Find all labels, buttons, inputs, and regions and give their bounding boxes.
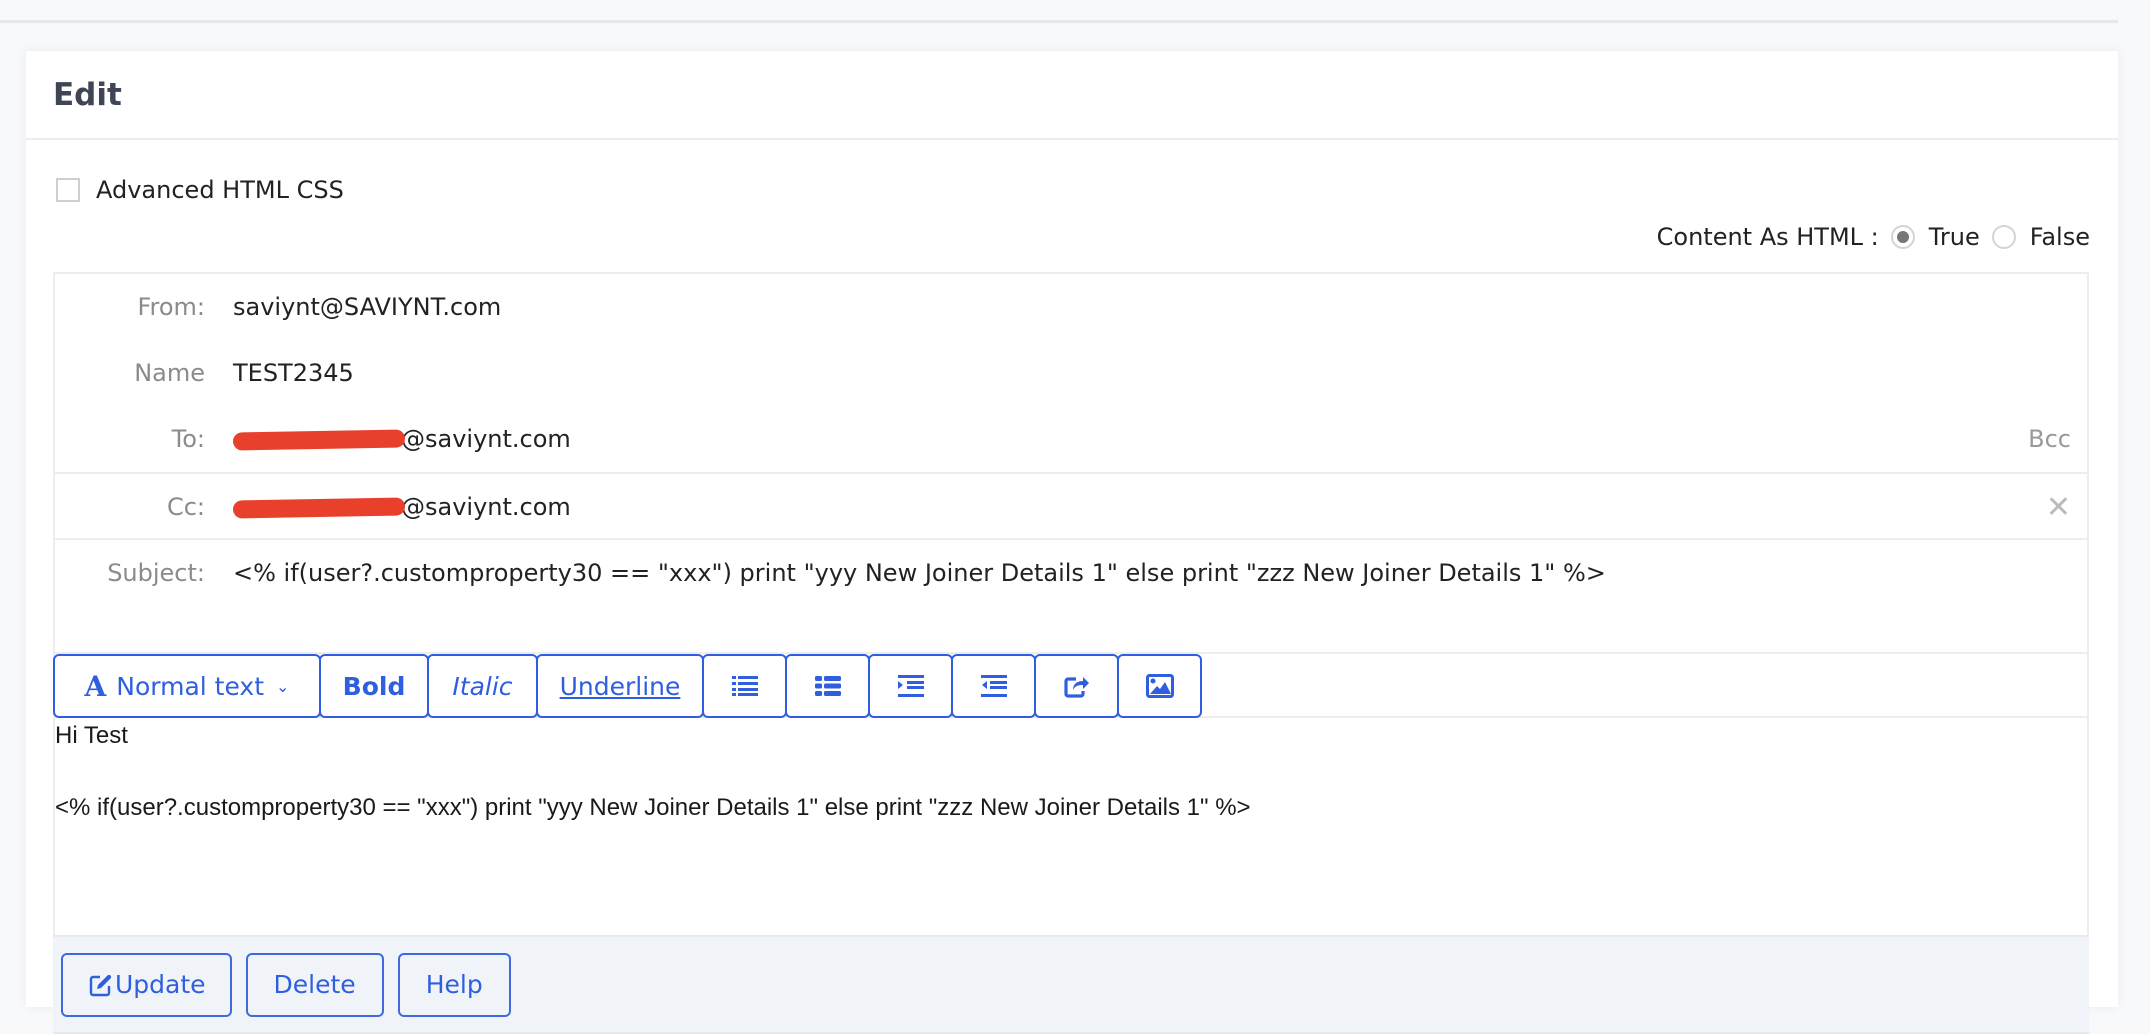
content-as-html-label: Content As HTML : xyxy=(1656,223,1879,251)
font-icon: A xyxy=(84,669,107,703)
share-button[interactable] xyxy=(1034,654,1119,718)
subject-label: Subject: xyxy=(107,559,205,587)
radio-false-label: False xyxy=(2029,223,2090,251)
share-icon xyxy=(1063,674,1090,698)
edit-icon xyxy=(89,973,113,997)
to-row: To: @saviynt.com Bcc xyxy=(55,406,2087,472)
list-bullets-button[interactable] xyxy=(785,654,870,718)
list-bullets-icon xyxy=(814,675,841,697)
list-ul-icon xyxy=(731,675,758,697)
indent-button[interactable] xyxy=(868,654,953,718)
cc-field[interactable]: @saviynt.com xyxy=(232,493,2087,521)
name-field[interactable]: TEST2345 xyxy=(233,359,2087,387)
list-ul-button[interactable] xyxy=(702,654,787,718)
underline-button[interactable]: Underline xyxy=(536,654,704,718)
cc-value: @saviynt.com xyxy=(401,493,571,521)
cc-row: Cc: @saviynt.com ✕ xyxy=(55,472,2087,540)
radio-true[interactable] xyxy=(1890,225,1915,249)
radio-true-label: True xyxy=(1928,223,1980,251)
subject-row: Subject: <% if(user?.customproperty30 ==… xyxy=(55,538,2087,606)
page-title: Edit xyxy=(53,76,122,113)
content-as-html-group: Content As HTML : True False xyxy=(1657,223,2090,251)
subject-field[interactable]: <% if(user?.customproperty30 == "xxx") p… xyxy=(233,559,2087,587)
name-label: Name xyxy=(134,359,205,387)
to-value: @saviynt.com xyxy=(401,425,571,453)
advanced-html-css-option[interactable]: Advanced HTML CSS xyxy=(56,176,344,204)
delete-button[interactable]: Delete xyxy=(245,952,384,1017)
card-header: Edit xyxy=(26,51,2118,140)
format-dropdown[interactable]: A Normal text ⌄ xyxy=(53,654,321,718)
help-button[interactable]: Help xyxy=(397,952,511,1017)
editor-line: Hi Test xyxy=(55,722,128,749)
indent-icon xyxy=(897,675,924,697)
bcc-link[interactable]: Bcc xyxy=(2028,425,2071,453)
from-row: From: saviynt@SAVIYNT.com xyxy=(55,274,2087,340)
image-button[interactable] xyxy=(1117,654,1202,718)
bold-button[interactable]: Bold xyxy=(319,654,429,718)
editor-toolbar: A Normal text ⌄ Bold Italic Underline xyxy=(53,654,1202,718)
action-bar: Update Delete Help xyxy=(53,935,2089,1034)
cc-label: Cc: xyxy=(166,493,205,521)
to-label: To: xyxy=(171,425,205,453)
update-label: Update xyxy=(115,970,206,999)
message-editor[interactable]: Hi Test <% if(user?.customproperty30 == … xyxy=(55,718,2087,935)
email-form: From: saviynt@SAVIYNT.com Name TEST2345 … xyxy=(53,272,2089,1034)
advanced-html-css-label: Advanced HTML CSS xyxy=(96,176,344,204)
from-field[interactable]: saviynt@SAVIYNT.com xyxy=(233,293,2087,321)
top-divider xyxy=(0,20,2118,23)
italic-button[interactable]: Italic xyxy=(427,654,538,718)
outdent-button[interactable] xyxy=(951,654,1036,718)
format-label: Normal text xyxy=(116,671,265,701)
radio-false[interactable] xyxy=(1991,225,2016,249)
editor-line: <% if(user?.customproperty30 == "xxx") p… xyxy=(55,794,1251,821)
to-field[interactable]: @saviynt.com xyxy=(232,425,2087,453)
redaction-mark xyxy=(232,497,406,519)
chevron-down-icon: ⌄ xyxy=(276,676,290,696)
update-button[interactable]: Update xyxy=(61,952,232,1017)
edit-card: Edit Advanced HTML CSS Content As HTML :… xyxy=(26,51,2118,1034)
advanced-html-css-checkbox[interactable] xyxy=(56,178,80,202)
outdent-icon xyxy=(980,675,1007,697)
editor-line xyxy=(55,754,2087,790)
radio-selected-dot xyxy=(1896,231,1909,243)
close-icon[interactable]: ✕ xyxy=(2046,490,2071,525)
name-row: Name TEST2345 xyxy=(55,340,2087,406)
image-icon xyxy=(1145,674,1174,698)
from-label: From: xyxy=(137,293,205,321)
redaction-mark xyxy=(232,429,406,451)
